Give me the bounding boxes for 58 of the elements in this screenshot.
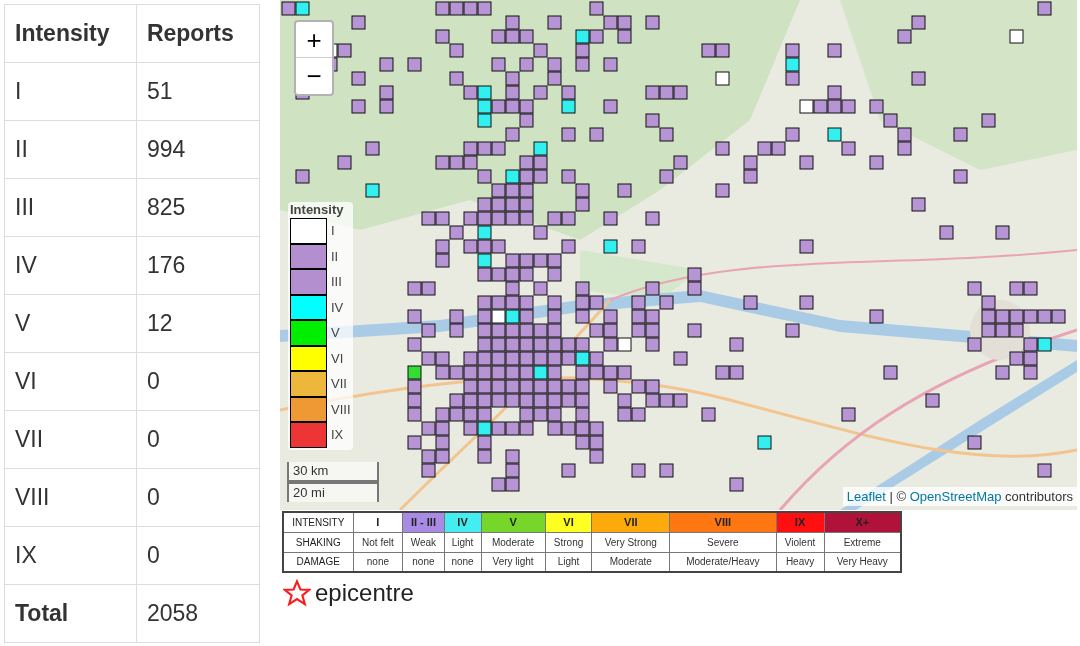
table-cell: 12 — [136, 294, 260, 353]
table-cell: 0 — [136, 468, 260, 527]
openstreetmap-link[interactable]: OpenStreetMap — [909, 488, 1002, 504]
table-cell: Violent — [776, 532, 825, 552]
table-cell: V — [4, 294, 137, 353]
table-cell: Light — [444, 532, 482, 552]
table-cell: I — [4, 62, 137, 121]
column-header: Intensity — [4, 4, 137, 63]
intensity-level-cell: I — [353, 512, 403, 532]
legend-label: VIII — [331, 400, 351, 419]
legend-label: II — [331, 247, 339, 266]
intensity-level-cell: VIII — [669, 512, 777, 532]
column-header: Reports — [136, 4, 260, 63]
legend-title: Intensity — [290, 202, 345, 218]
table-cell: Severe — [669, 532, 777, 552]
table-cell: 825 — [136, 178, 260, 237]
table-cell: 0 — [136, 410, 260, 469]
table-cell: Weak — [402, 532, 445, 552]
legend-label: IV — [331, 298, 344, 317]
scale-bar: 20 mi — [287, 482, 379, 502]
table-cell: III — [4, 178, 137, 237]
row-label: INTENSITY — [283, 512, 353, 532]
logo-text: epicentre — [315, 581, 414, 605]
scale-bar: 30 km — [287, 462, 379, 482]
legend-label: IX — [331, 426, 344, 444]
legend-label: VI — [331, 349, 344, 368]
legend-label: VII — [331, 375, 347, 393]
total-label: Total — [4, 584, 137, 643]
leaflet-link[interactable]: Leaflet — [846, 488, 886, 504]
zoom-out-button[interactable]: − — [296, 58, 332, 94]
table-cell: VII — [4, 410, 137, 469]
intensity-level-cell: VII — [591, 512, 670, 532]
intensity-level-cell: IV — [444, 512, 482, 532]
zoom-in-button[interactable]: + — [296, 22, 332, 58]
intensity-level-cell: X+ — [824, 512, 901, 532]
table-cell: IX — [4, 526, 137, 585]
intensity-level-cell: IX — [776, 512, 825, 532]
table-cell: 176 — [136, 236, 260, 295]
table-cell: Strong — [545, 532, 592, 552]
intensity-level-cell: V — [481, 512, 546, 532]
table-cell: Moderate — [481, 532, 546, 552]
table-cell: II — [4, 120, 137, 179]
total-value: 2058 — [136, 584, 260, 643]
table-cell: 0 — [136, 526, 260, 585]
table-cell: VI — [4, 352, 137, 411]
table-cell: IV — [4, 236, 137, 295]
table-cell: 0 — [136, 352, 260, 411]
legend-label: III — [331, 273, 342, 291]
table-cell: 994 — [136, 120, 260, 179]
table-cell: Very Strong — [591, 532, 670, 552]
intensity-level-cell: II - III — [402, 512, 445, 532]
row-label: SHAKING — [283, 532, 353, 552]
intensity-level-cell: VI — [545, 512, 592, 532]
table-cell: 51 — [136, 62, 260, 121]
table-cell: Not felt — [353, 532, 403, 552]
legend-label: I — [331, 222, 335, 240]
table-cell: VIII — [4, 468, 137, 527]
legend-label: V — [331, 324, 340, 342]
